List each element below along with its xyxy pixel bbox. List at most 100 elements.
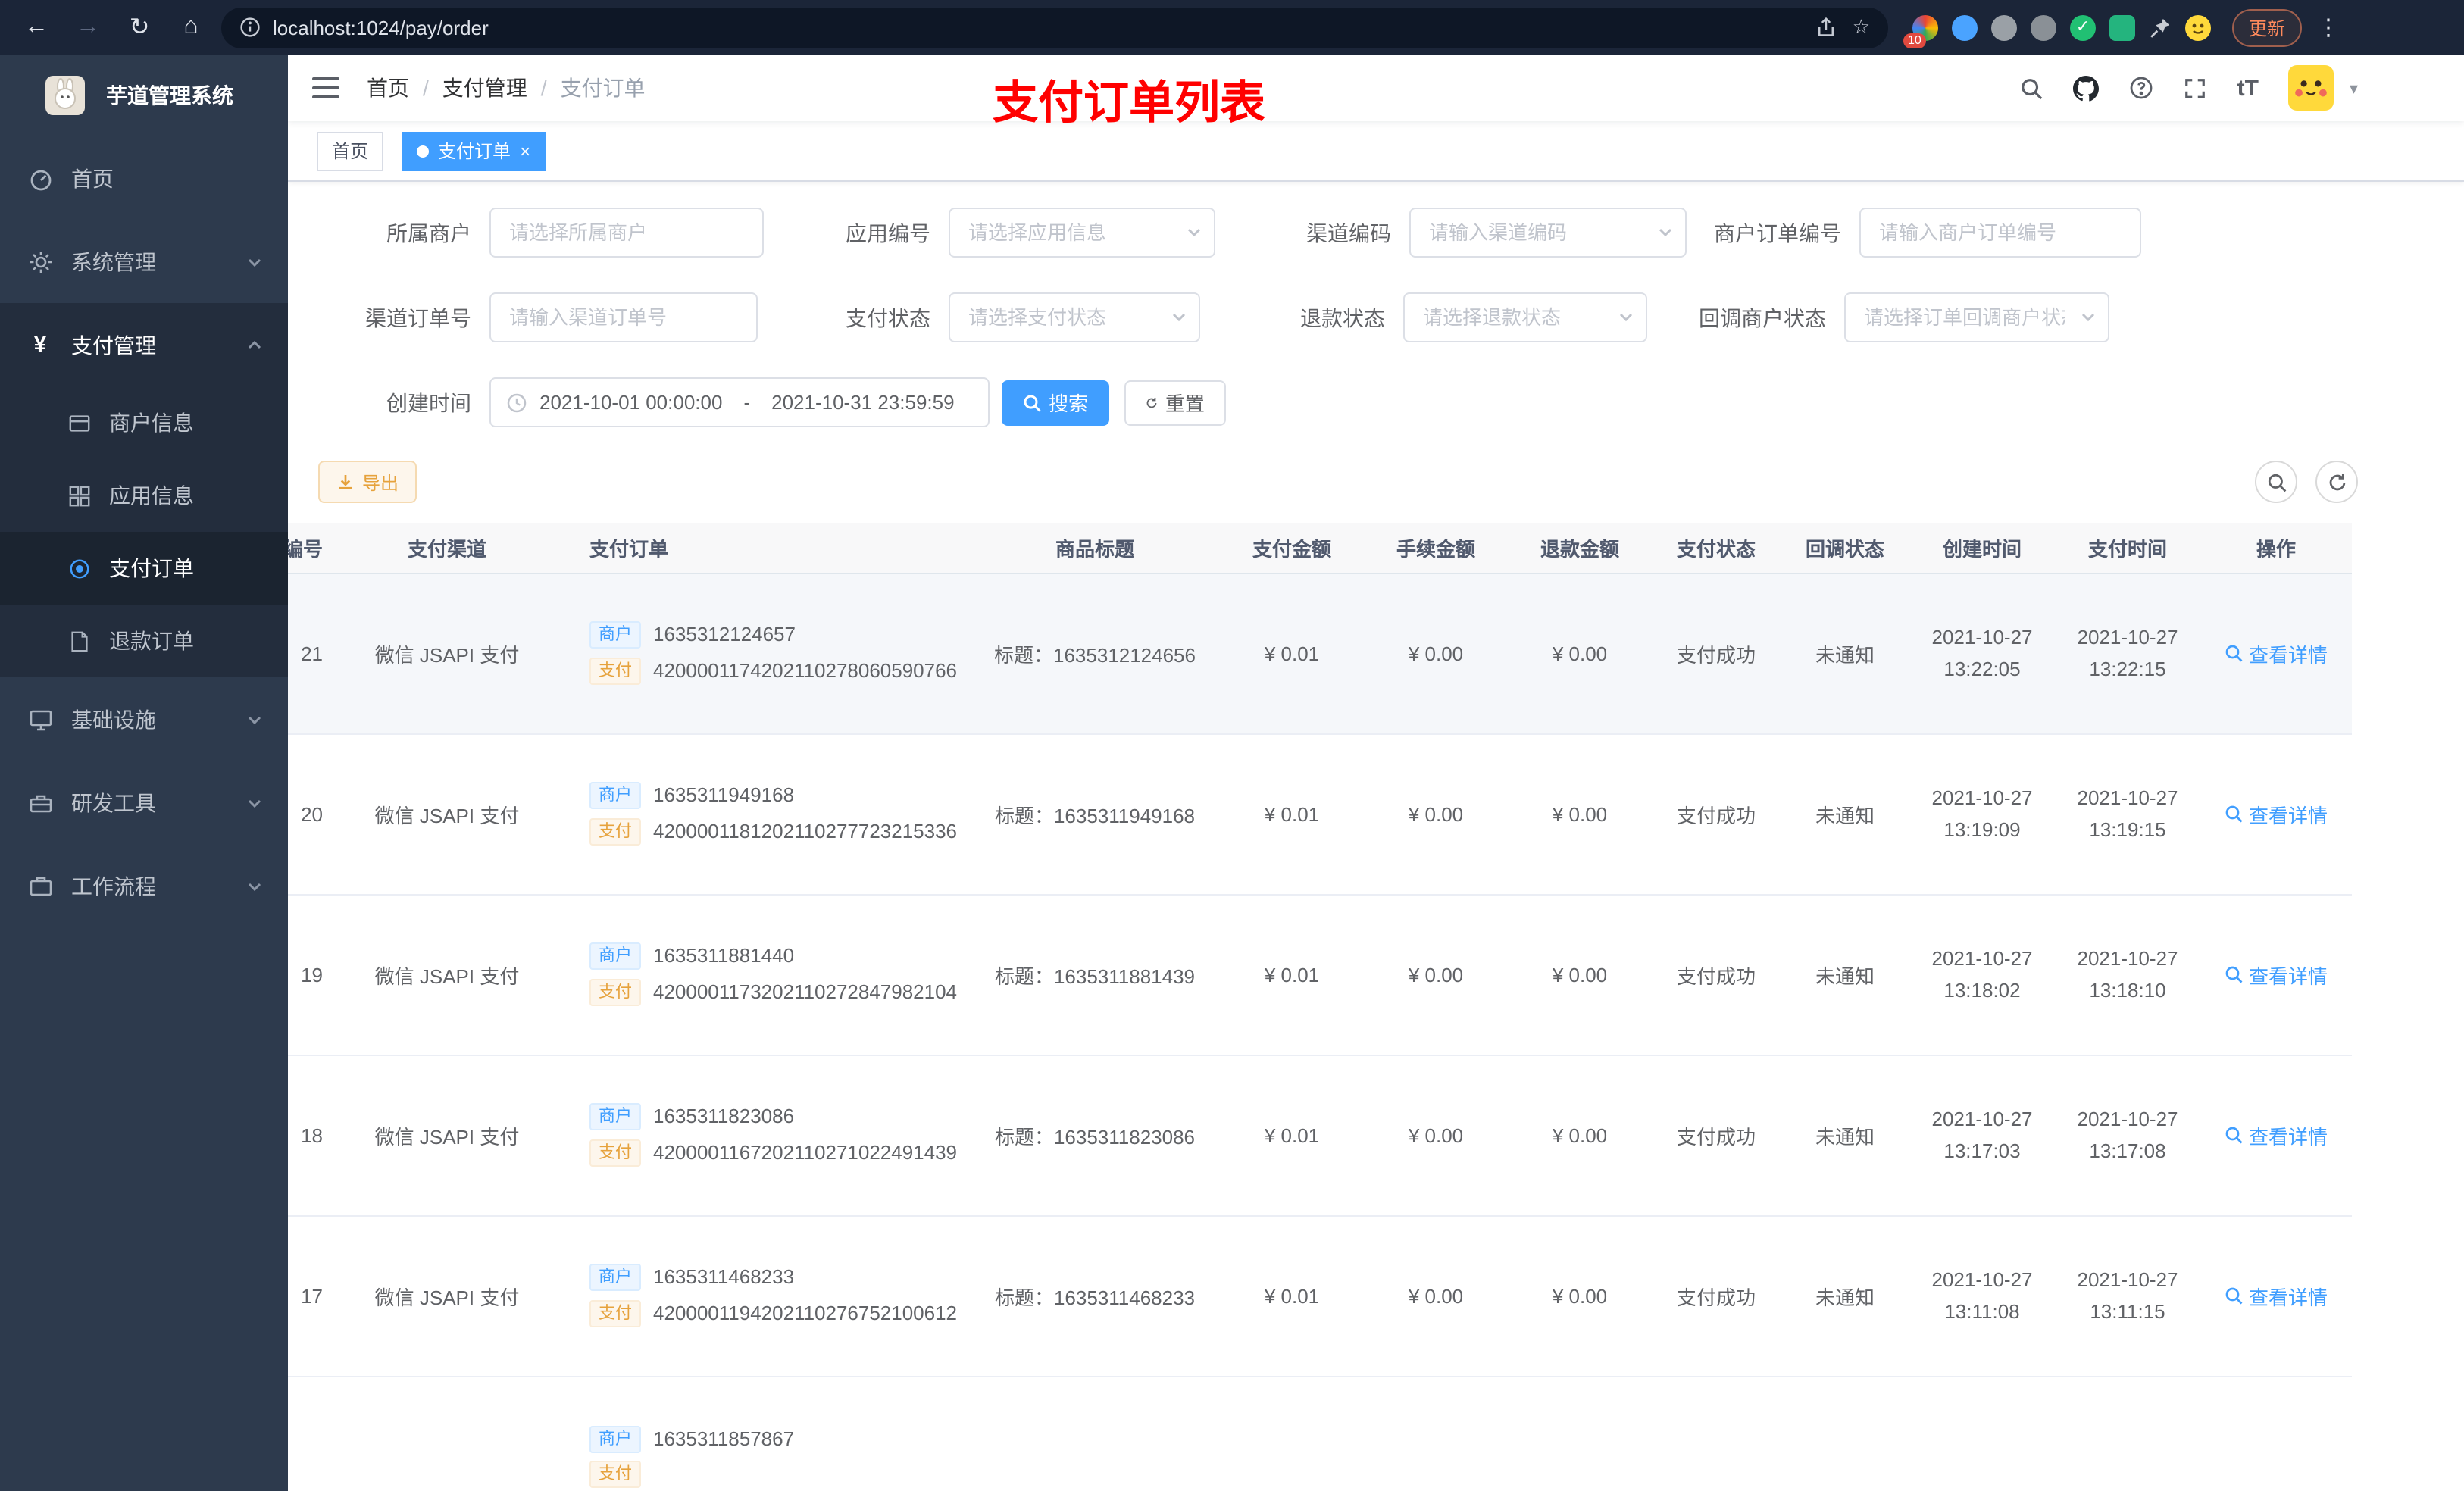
date-end[interactable]: 2021-10-31 23:59:59 [771, 391, 954, 414]
callback-status-select[interactable] [1844, 292, 2109, 342]
breadcrumb-home[interactable]: 首页 [367, 73, 409, 103]
pay-status-select[interactable] [949, 292, 1200, 342]
breadcrumb-current: 支付订单 [560, 76, 646, 100]
pay-tag: 支付 [589, 658, 641, 685]
cell-status [1652, 1376, 1781, 1491]
cell-pay-time: 2021-10-27 13:11:15 [2055, 1215, 2200, 1377]
reload-icon[interactable]: ↻ [118, 6, 161, 48]
refund-status-select[interactable] [1403, 292, 1647, 342]
fullscreen-icon[interactable] [2184, 77, 2207, 99]
chevron-down-icon [245, 877, 264, 895]
view-detail-link[interactable]: 查看详情 [2225, 960, 2328, 989]
address-bar[interactable]: localhost:1024/pay/order ☆ [221, 7, 1888, 48]
cell-refund [1508, 1376, 1652, 1491]
sidebar-item-system[interactable]: 系统管理 [0, 220, 288, 303]
extension-green-check-icon[interactable]: ✓ [2070, 14, 2096, 40]
merchant-order-no-input[interactable] [1859, 208, 2141, 258]
header-actions: tT ▾ [2021, 65, 2464, 111]
cell-notify: 未通知 [1781, 1055, 1909, 1216]
merchant-input[interactable] [489, 208, 764, 258]
view-detail-link[interactable]: 查看详情 [2225, 799, 2328, 828]
refresh-button[interactable] [2315, 461, 2358, 503]
extension-blue-icon[interactable] [1952, 14, 1978, 40]
grid-icon [68, 484, 91, 507]
app-select[interactable] [949, 208, 1215, 258]
sidebar-item-devtools[interactable]: 研发工具 [0, 761, 288, 844]
channel-code-select[interactable] [1409, 208, 1687, 258]
view-detail-link[interactable]: 查看详情 [2225, 1121, 2328, 1149]
url-text[interactable]: localhost:1024/pay/order [273, 16, 1804, 39]
cell-order: 商户 1635311468233 支付 4200001194202110276752… [568, 1215, 970, 1377]
breadcrumb-payment[interactable]: 支付管理 [442, 73, 527, 103]
filter-merchant: 所属商户 [288, 208, 764, 258]
help-icon[interactable] [2130, 76, 2154, 100]
cell-title [970, 1376, 1220, 1491]
view-detail-link[interactable]: 查看详情 [2225, 1281, 2328, 1310]
cell-amount: ¥ 0.01 [1220, 894, 1364, 1055]
share-icon[interactable] [1816, 17, 1837, 38]
extension-green-square-icon[interactable] [2109, 14, 2135, 40]
main-content: 首页 / 支付管理 / 支付订单 支付订单列表 tT ▾ 首页 支付订单 × 所… [288, 55, 2464, 1491]
date-start[interactable]: 2021-10-01 00:00:00 [539, 391, 722, 414]
search-button[interactable]: 搜索 [1002, 380, 1109, 425]
user-avatar[interactable] [2288, 65, 2334, 111]
logo[interactable]: 芋道管理系统 [0, 55, 288, 136]
extension-colorful-icon[interactable] [1903, 14, 1938, 48]
cell-channel: 微信 JSAPI 支付 [326, 894, 568, 1055]
sidebar-item-refund-order[interactable]: 退款订单 [0, 605, 288, 677]
bookmark-star-icon[interactable]: ☆ [1853, 15, 1870, 39]
cell-title: 标题：1635311881439 [970, 894, 1220, 1055]
view-detail-link[interactable]: 查看详情 [2225, 639, 2328, 667]
extension-gray-icon[interactable] [1991, 14, 2017, 40]
merchant-tag: 商户 [589, 1264, 641, 1291]
cell-create-time: 2021-10-27 13:11:08 [1909, 1215, 2055, 1377]
col-pay-time: 支付时间 [2055, 523, 2200, 574]
date-range-picker[interactable]: 2021-10-01 00:00:00 - 2021-10-31 23:59:5… [489, 377, 990, 427]
cell-channel: 微信 JSAPI 支付 [326, 1055, 568, 1216]
tab-close-icon[interactable]: × [520, 142, 530, 160]
font-size-icon[interactable]: tT [2237, 75, 2259, 101]
sidebar-item-infra[interactable]: 基础设施 [0, 677, 288, 761]
table-row: 20 微信 JSAPI 支付 商户 1635311949168 支付 4200001… [288, 733, 2352, 895]
sidebar-item-pay-order[interactable]: 支付订单 [0, 532, 288, 605]
sidebar-item-merchant-info[interactable]: 商户信息 [0, 386, 288, 459]
cell-status: 支付成功 [1652, 1215, 1781, 1377]
pin-icon[interactable] [2149, 16, 2172, 39]
sidebar-item-payment[interactable]: ¥ 支付管理 [0, 303, 288, 386]
filter-channel-code: 渠道编码 [1227, 208, 1687, 258]
sidebar-toggle-icon[interactable] [312, 77, 339, 98]
col-status: 支付状态 [1652, 523, 1781, 574]
forward-icon[interactable]: → [67, 6, 109, 48]
cell-title: 标题：1635312124656 [970, 573, 1220, 734]
browser-menu-icon[interactable]: ⋮ [2311, 14, 2346, 41]
home-icon[interactable]: ⌂ [170, 6, 212, 48]
cell-id: 17 [288, 1215, 326, 1377]
back-icon[interactable]: ← [15, 6, 58, 48]
col-action: 操作 [2200, 523, 2352, 574]
channel-order-no-input[interactable] [489, 292, 758, 342]
browser-update-button[interactable]: 更新 [2232, 8, 2303, 46]
toggle-search-button[interactable] [2255, 461, 2297, 503]
tab-home[interactable]: 首页 [317, 131, 384, 170]
site-info-icon[interactable] [239, 17, 261, 38]
sidebar-item-home[interactable]: 首页 [0, 136, 288, 220]
search-icon[interactable] [2021, 77, 2043, 99]
cell-title: 标题：1635311823086 [970, 1055, 1220, 1216]
cell-create-time: 2021-10-27 13:17:03 [1909, 1055, 2055, 1216]
user-menu[interactable]: ▾ [2288, 65, 2358, 111]
export-button[interactable]: 导出 [318, 461, 417, 503]
sidebar-item-app-info[interactable]: 应用信息 [0, 459, 288, 532]
browser-toolbar: ← → ↻ ⌂ localhost:1024/pay/order ☆ ✓ [0, 0, 2464, 55]
briefcase-icon [27, 873, 53, 899]
screen: ← → ↻ ⌂ localhost:1024/pay/order ☆ ✓ [0, 0, 2464, 1491]
col-refund: 退款金额 [1508, 523, 1652, 574]
reset-button[interactable]: 重置 [1124, 380, 1226, 425]
github-icon[interactable] [2073, 75, 2100, 101]
cell-status: 支付成功 [1652, 573, 1781, 734]
extension-face-icon[interactable] [2185, 14, 2211, 40]
extension-gray2-icon[interactable] [2031, 14, 2056, 40]
tab-pay-order[interactable]: 支付订单 × [402, 131, 546, 170]
cell-refund: ¥ 0.00 [1508, 1055, 1652, 1216]
col-notify: 回调状态 [1781, 523, 1909, 574]
sidebar-item-workflow[interactable]: 工作流程 [0, 844, 288, 927]
